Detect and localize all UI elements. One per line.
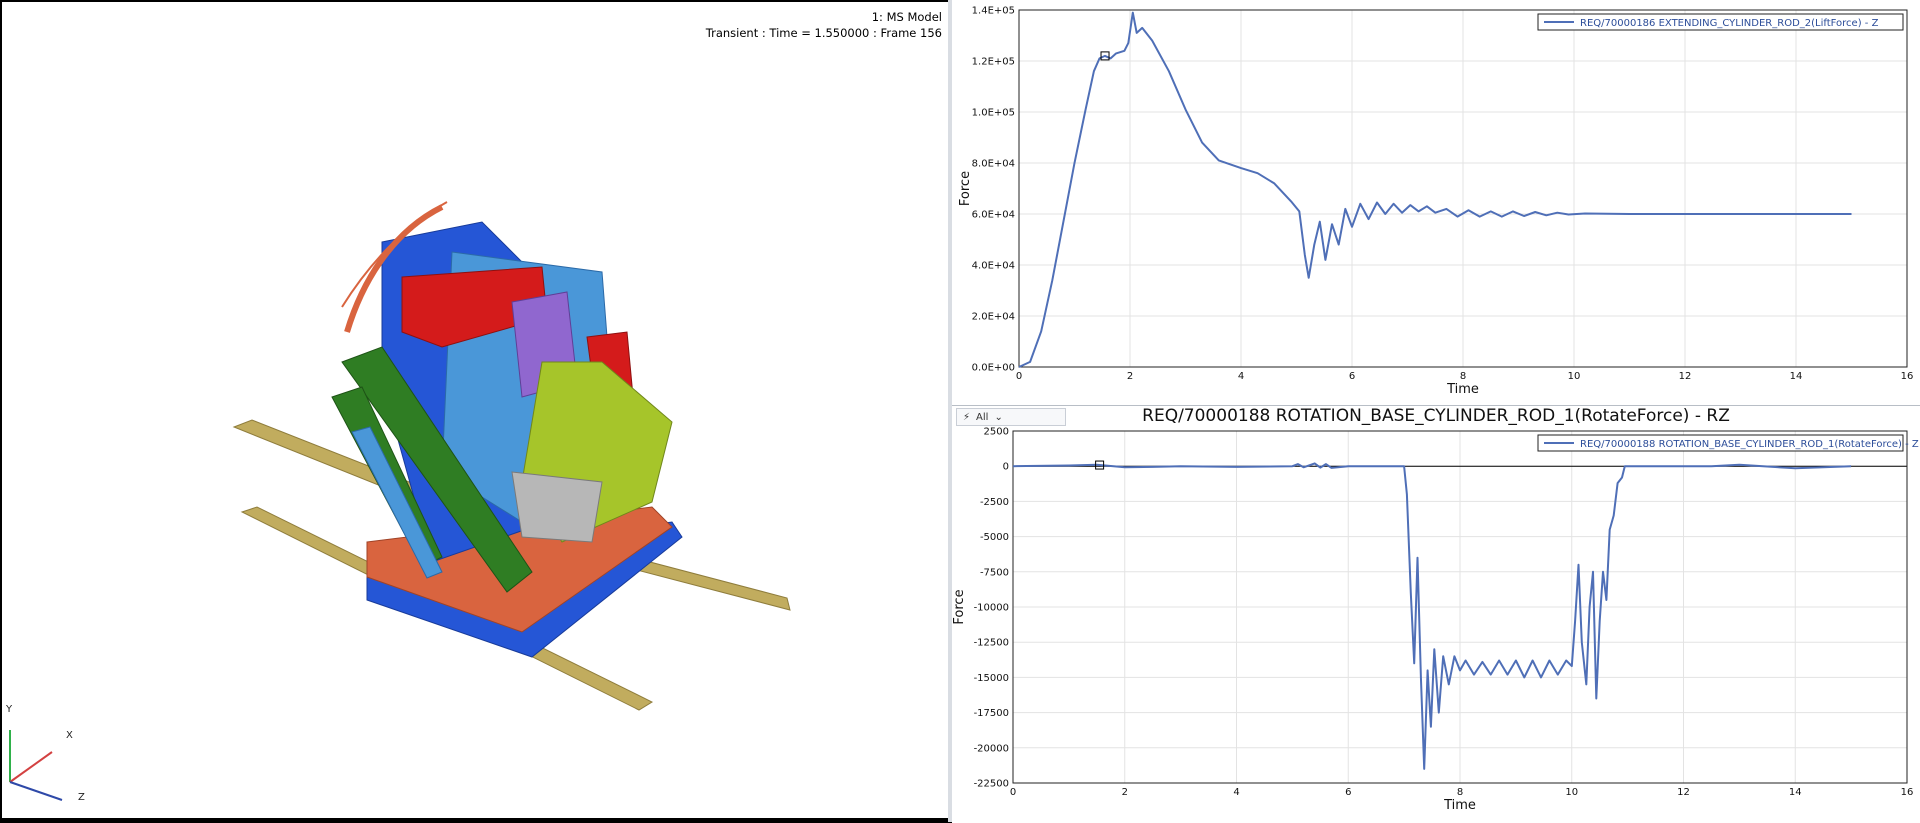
bottom-legend-label: REQ/70000188 ROTATION_BASE_CYLINDER_ROD_…	[1580, 439, 1919, 450]
model-render[interactable]	[2, 2, 948, 818]
top-x-tick-label: 8	[1460, 371, 1466, 382]
axis-triad: Y X Z	[5, 704, 85, 802]
top-x-tick-label: 14	[1790, 371, 1803, 382]
triad-y-label: Y	[5, 704, 13, 715]
top-y-tick-label: 2.0E+04	[972, 312, 1015, 323]
plot-top-panel[interactable]: 0 2 4 6 8 10 12 14 16 0.0E+00 2.0E+04 4.0E+04 6.0E+0…	[952, 0, 1920, 405]
bottom-y-tick-label: -22500	[974, 779, 1009, 790]
top-y-tick-label: 1.2E+05	[972, 57, 1015, 68]
triad-x-label: X	[66, 730, 73, 741]
bottom-y-tick-label: -12500	[974, 638, 1009, 649]
top-series-line	[1018, 11, 1852, 368]
bottom-x-tick-label: 14	[1789, 787, 1802, 798]
plot-bottom-chart[interactable]: 0 2 4 6 8 10 12 14 16 2500 0 -2500 -5000 -7500 -10000 -…	[952, 406, 1920, 823]
top-y-tick-label: 1.4E+05	[972, 6, 1015, 17]
bottom-x-tick-label: 6	[1345, 787, 1351, 798]
top-x-tick-label: 4	[1238, 371, 1244, 382]
bottom-series-line	[1012, 462, 1852, 770]
bottom-y-tick-label: -17500	[974, 708, 1009, 719]
top-y-tick-label: 1.0E+05	[972, 108, 1015, 119]
top-y-tick-label: 8.0E+04	[972, 159, 1015, 170]
top-x-tick-label: 10	[1568, 371, 1581, 382]
bottom-y-tick-label: -15000	[974, 673, 1009, 684]
bottom-x-tick-label: 4	[1233, 787, 1239, 798]
top-x-tick-label: 0	[1016, 371, 1022, 382]
bottom-y-tick-label: -20000	[974, 743, 1009, 754]
top-y-tick-label: 6.0E+04	[972, 210, 1015, 221]
top-x-tick-label: 6	[1349, 371, 1355, 382]
bottom-y-tick-label: -7500	[980, 567, 1009, 578]
top-y-tick-label: 0.0E+00	[972, 363, 1015, 374]
triad-z-label: Z	[78, 792, 85, 802]
model-viewport[interactable]: 1: MS Model Transient : Time = 1.550000 …	[2, 2, 948, 818]
top-legend-label: REQ/70000186 EXTENDING_CYLINDER_ROD_2(Li…	[1580, 18, 1879, 29]
bottom-y-tick-label: -5000	[980, 532, 1009, 543]
top-x-tick-label: 2	[1127, 371, 1133, 382]
bottom-x-tick-label: 10	[1565, 787, 1578, 798]
top-y-tick-label: 4.0E+04	[972, 261, 1015, 272]
bottom-y-tick-label: 2500	[984, 427, 1009, 438]
bottom-y-axis-label: Force	[952, 589, 967, 624]
bottom-y-tick-label: 0	[1003, 462, 1009, 473]
bottom-x-tick-label: 8	[1457, 787, 1463, 798]
bottom-y-tick-label: -2500	[980, 497, 1009, 508]
bottom-x-tick-label: 2	[1122, 787, 1128, 798]
top-x-axis-label: Time	[1446, 382, 1479, 397]
bottom-x-tick-label: 16	[1901, 787, 1914, 798]
bottom-x-tick-label: 0	[1010, 787, 1016, 798]
bottom-x-axis-label: Time	[1443, 798, 1476, 813]
top-x-tick-label: 16	[1901, 371, 1914, 382]
plot-bottom-panel[interactable]: ⚡ All ⌄ REQ/70000188 ROTATION_BASE_CYLIN…	[952, 405, 1920, 823]
bottom-y-tick-label: -10000	[974, 603, 1009, 614]
bottom-x-tick-label: 12	[1677, 787, 1690, 798]
top-y-axis-label: Force	[958, 171, 973, 206]
gray-part	[511, 471, 603, 543]
top-x-tick-label: 12	[1679, 371, 1692, 382]
plot-top-chart[interactable]: 0 2 4 6 8 10 12 14 16 0.0E+00 2.0E+04 4.0E+04 6.0E+0…	[952, 0, 1920, 405]
